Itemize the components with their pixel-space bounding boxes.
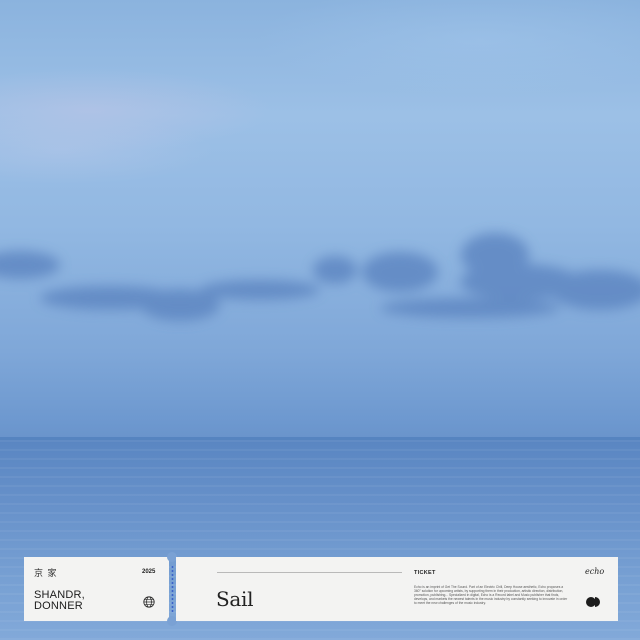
divider-rule — [217, 572, 402, 573]
ticket-stub: 京 家 2025 SHANDR, DONNER — [24, 557, 169, 621]
album-cover: 京 家 2025 SHANDR, DONNER TICKET Sail Echo… — [0, 0, 640, 640]
release-year: 2025 — [142, 569, 156, 575]
brand-name: echo — [585, 567, 605, 576]
globe-icon — [143, 596, 155, 608]
perforation-line — [171, 565, 174, 613]
kanji-mark: 京 家 — [34, 568, 58, 578]
echo-logo-icon — [586, 597, 600, 607]
ticket-card: 京 家 2025 SHANDR, DONNER TICKET Sail Echo… — [24, 552, 618, 626]
label-description: Echo is an imprint of Get The Sound. Par… — [414, 585, 568, 606]
artist-line-2: DONNER — [34, 600, 83, 612]
ticket-label: TICKET — [414, 570, 436, 576]
ticket-main: TICKET Sail Echo is an imprint of Get Th… — [176, 557, 618, 621]
track-title: Sail — [216, 587, 254, 611]
cloud-band — [0, 233, 640, 321]
artist-names: SHANDR, DONNER — [34, 590, 85, 612]
